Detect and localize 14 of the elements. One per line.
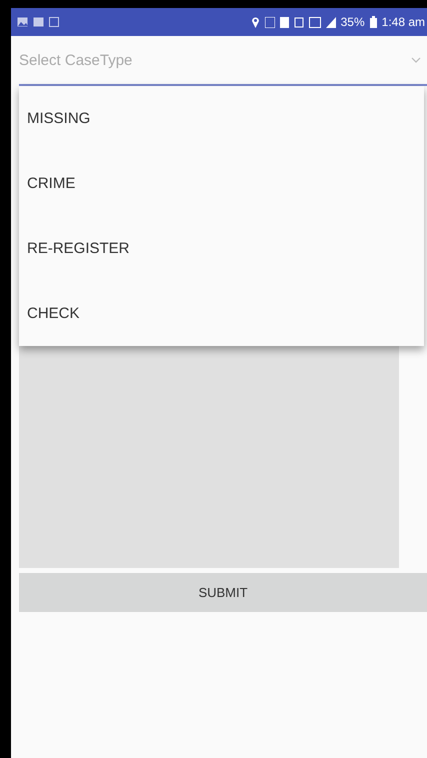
image-icon xyxy=(17,17,28,27)
dropdown-option[interactable]: CHECK xyxy=(19,281,424,346)
clock-time: 1:48 am xyxy=(382,15,425,29)
dropdown-placeholder: Select CaseType xyxy=(19,52,132,68)
dropdown-option[interactable]: CRIME xyxy=(19,151,424,216)
dropdown-option[interactable]: MISSING xyxy=(19,86,424,151)
signal-icon xyxy=(326,16,336,28)
battery-icon xyxy=(370,16,377,28)
sim-icon xyxy=(280,16,289,28)
battery-percent: 35% xyxy=(340,15,365,29)
location-icon xyxy=(250,16,260,28)
dropdown-option[interactable]: RE-REGISTER xyxy=(19,216,424,281)
submit-button[interactable]: SUBMIT xyxy=(19,573,427,612)
chevron-down-icon xyxy=(411,57,421,63)
